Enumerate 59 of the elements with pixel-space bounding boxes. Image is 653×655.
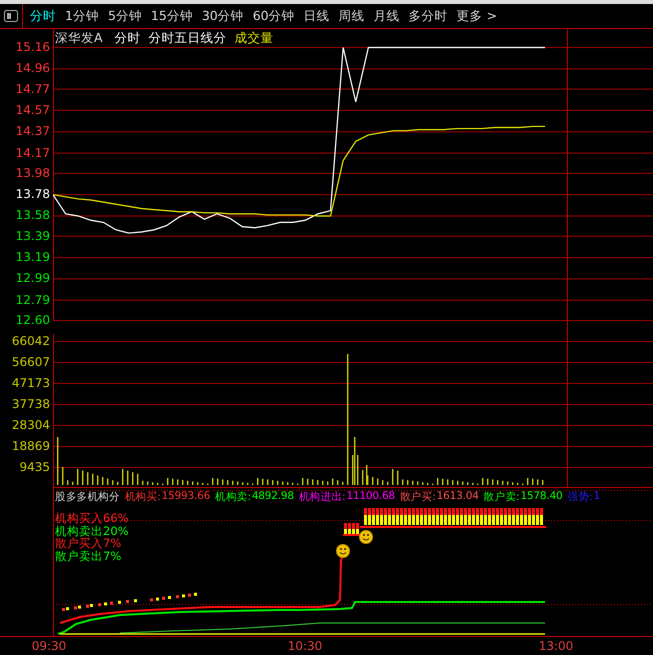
period-tab[interactable]: 周线	[336, 8, 368, 24]
volume-axis-label: 9435	[19, 459, 51, 476]
volume-label: 成交量	[234, 30, 274, 47]
period-tab[interactable]: 月线	[370, 8, 403, 24]
volume-axis-label: 47173	[12, 375, 51, 392]
volume-axis-label: 56607	[12, 354, 51, 371]
price-axis-label: 14.37	[16, 123, 51, 140]
volume-axis-label: 18869	[12, 438, 51, 455]
price-axis-label: 13.98	[16, 164, 51, 182]
reading-label: 机构卖:	[215, 490, 251, 504]
volume-axis-label: 37738	[12, 396, 51, 413]
price-axis-label: 12.99	[16, 270, 51, 288]
panel-toggle-icon[interactable]	[4, 10, 18, 22]
period-tab[interactable]: 30分钟	[198, 8, 247, 24]
reading-label: 散户买:	[400, 490, 436, 504]
legend-label: 散户买入7%	[55, 537, 122, 550]
legend-label: 机构卖出20%	[55, 524, 129, 537]
reading-label: 机构进出:	[298, 490, 346, 504]
price-axis-label: 14.96	[16, 60, 51, 78]
reading-value: 1613.04	[436, 490, 479, 504]
period-tab[interactable]: 60分钟	[250, 8, 298, 24]
price-axis-label: 14.17	[16, 144, 51, 162]
period-tab[interactable]: 1分钟	[62, 8, 102, 24]
reading-value: 11100.68	[346, 490, 395, 504]
period-tab[interactable]: 分时	[27, 8, 59, 24]
volume-axis-label: 66042	[12, 333, 51, 350]
price-axis-label: 12.79	[16, 292, 51, 309]
indicator-title: 股多多机构分	[55, 490, 120, 504]
time-axis-label: 10:30	[288, 639, 322, 653]
reading-label: 机构买:	[124, 490, 161, 504]
reading-value: 1	[593, 490, 600, 504]
period-tab[interactable]: 日线	[300, 8, 333, 24]
price-axis-label: 12.60	[16, 312, 51, 329]
period-tab[interactable]: 多分时	[406, 8, 451, 24]
reading-value: 4892.98	[252, 490, 294, 504]
period-tab[interactable]: 5分钟	[104, 8, 145, 24]
time-axis-label: 09:30	[32, 639, 66, 653]
legend-label: 机构买入66%	[55, 512, 129, 524]
price-axis-label: 13.19	[16, 249, 51, 266]
reading-value: 1578.40	[520, 490, 562, 504]
reading-label: 强势:	[567, 490, 592, 504]
price-axis-label: 14.57	[16, 102, 51, 119]
smiley-icon	[359, 530, 373, 544]
price-axis-label: 15.16	[16, 39, 51, 56]
time-axis-label: 13:00	[538, 639, 574, 653]
period-tab[interactable]: 更多 >	[454, 8, 500, 24]
price-axis-label: 13.39	[16, 228, 51, 245]
reading-value: 15993.66	[162, 490, 210, 504]
smiley-icon	[336, 544, 350, 558]
price-axis-label: 13.58	[16, 207, 51, 224]
stock-name: 深华发A	[55, 30, 103, 47]
reading-label: 散户卖:	[484, 490, 520, 504]
chart-mode-label: 分时五日线分	[148, 30, 227, 47]
price-axis-label: 14.77	[16, 80, 51, 98]
chart-mode-label: 分时	[114, 30, 141, 47]
volume-axis-label: 28304	[12, 417, 51, 434]
legend-label: 散户卖出7%	[55, 550, 122, 562]
price-axis-label: 13.78	[16, 186, 51, 204]
period-tab[interactable]: 15分钟	[148, 8, 196, 24]
